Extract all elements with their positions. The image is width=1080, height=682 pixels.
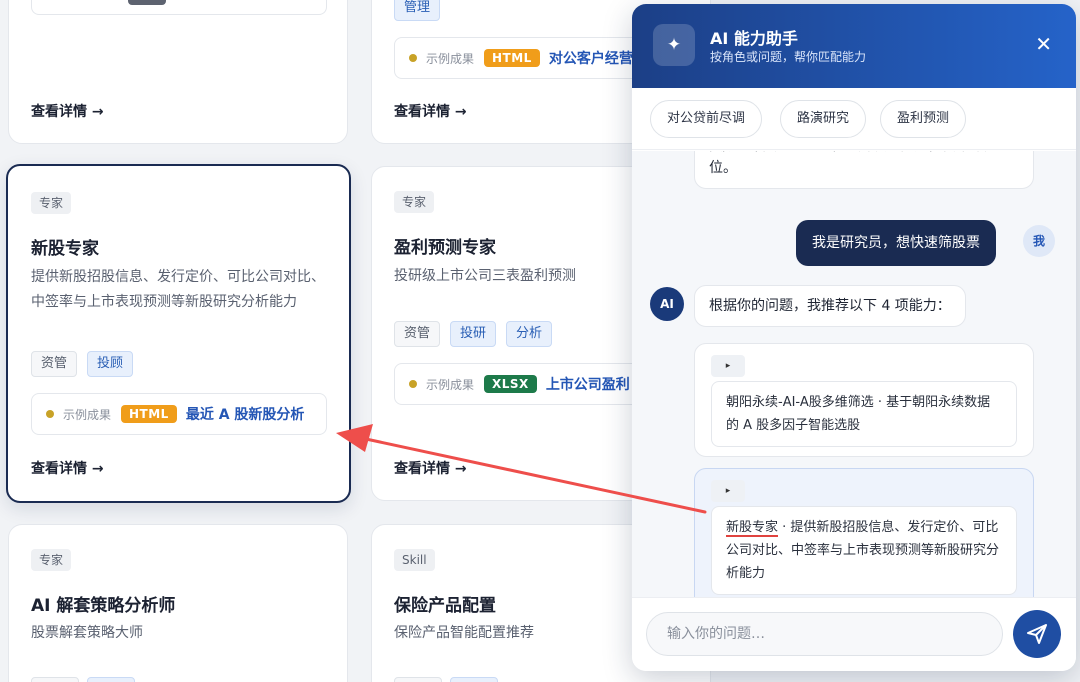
user-avatar: 我 <box>1023 225 1055 257</box>
tag-advisory: 投顾 <box>87 351 134 377</box>
tag-stub <box>394 677 442 682</box>
type-badge: 专家 <box>394 191 435 213</box>
example-label: 示例成果 <box>426 51 475 66</box>
capability-card-ipo-expert[interactable]: 专家 新股专家 提供新股招股信息、发行定价、可比公司对比、中签率与上市表现预测等… <box>6 164 351 503</box>
recommendation-name: 朝阳永续-AI-A股多维筛选 <box>726 395 874 410</box>
ai-assistant-panel: ✦ AI 能力助手 按角色或问题，帮你匹配能力 ✕ 对公贷前尽调 路演研究 盈利… <box>632 4 1076 671</box>
card-title: 保险产品配置 <box>394 596 496 616</box>
expand-toggle-icon[interactable]: ▸ <box>711 355 745 377</box>
close-icon[interactable]: ✕ <box>1035 34 1052 54</box>
example-dot <box>409 54 417 62</box>
capability-card-top-left: 查看详情 → <box>8 0 348 144</box>
example-result[interactable]: 示例成果 HTML 最近 A 股新股分析 <box>31 393 327 435</box>
assistant-header: ✦ AI 能力助手 按角色或问题，帮你匹配能力 ✕ <box>632 4 1076 88</box>
tag-stub <box>87 677 135 682</box>
type-badge: 专家 <box>31 549 72 571</box>
quick-prompt-chip[interactable]: 盈利预测 <box>880 100 967 138</box>
card-description: 股票解套策略大师 <box>31 625 143 641</box>
recommendation-name: 新股专家 <box>726 520 779 537</box>
recommendation-card-highlighted[interactable]: ▸ 新股专家 · 提供新股招股信息、发行定价、可比公司对比、中签率与上市表现预测… <box>694 468 1034 597</box>
user-message: 我是研究员，想快速筛股票 <box>796 220 996 266</box>
tag-research: 投研 <box>450 321 497 347</box>
example-link[interactable]: 上市公司盈利 <box>546 374 630 394</box>
quick-prompt-chip[interactable]: 对公贷前尽调 <box>650 100 763 138</box>
quick-prompt-chip[interactable]: 路演研究 <box>780 100 867 138</box>
ai-message: 资/风控/客户经理）和想解决的问题，我帮你定位。 <box>694 151 1034 189</box>
tag-stub <box>450 677 498 682</box>
quick-prompts: 对公贷前尽调 路演研究 盈利预测 <box>632 88 1076 150</box>
example-label: 示例成果 <box>426 377 475 392</box>
format-badge-xlsx: XLSX <box>484 375 537 393</box>
ai-avatar: AI <box>650 287 684 321</box>
expand-toggle-icon[interactable]: ▸ <box>711 480 745 502</box>
example-link[interactable]: 最近 A 股新股分析 <box>186 404 305 424</box>
example-label: 示例成果 <box>63 407 112 422</box>
format-badge-html: HTML <box>484 49 540 67</box>
card-description: 提供新股招股信息、发行定价、可比公司对比、中签率与上市表现预测等新股研究分析能力 <box>31 269 325 310</box>
recommendation-summary: 新股专家 · 提供新股招股信息、发行定价、可比公司对比、中签率与上市表现预测等新… <box>711 506 1017 595</box>
question-input[interactable]: 输入你的问题… <box>646 612 1003 656</box>
example-link[interactable]: 对公客户经营 <box>549 48 633 68</box>
capability-card-unlock-strategy[interactable]: 专家 AI 解套策略分析师 股票解套策略大师 <box>8 524 348 682</box>
format-badge-html: HTML <box>121 405 177 423</box>
assistant-subtitle: 按角色或问题，帮你匹配能力 <box>710 50 867 64</box>
recommendation-card[interactable]: ▸ 朝阳永续-AI-A股多维筛选 · 基于朝阳永续数据的 A 股多因子智能选股 <box>694 343 1034 457</box>
tag-stub <box>31 677 79 682</box>
send-icon <box>1027 624 1047 644</box>
recommendation-summary: 朝阳永续-AI-A股多维筛选 · 基于朝阳永续数据的 A 股多因子智能选股 <box>711 381 1017 447</box>
tag-asset-mgmt: 资管 <box>394 321 441 347</box>
sparkle-icon: ✦ <box>653 24 695 66</box>
tag-analysis: 分析 <box>506 321 553 347</box>
card-title: AI 解套策略分析师 <box>31 596 176 616</box>
assistant-title: AI 能力助手 <box>710 29 798 48</box>
ai-message: 根据你的问题，我推荐以下 4 项能力： <box>694 285 966 327</box>
type-badge: Skill <box>394 549 435 571</box>
tag-asset-mgmt: 资管 <box>31 351 78 377</box>
card-title: 新股专家 <box>31 239 99 259</box>
example-dot <box>46 410 54 418</box>
card-top-input-stub <box>31 0 327 15</box>
view-details-link[interactable]: 查看详情 → <box>394 101 467 121</box>
view-details-link[interactable]: 查看详情 → <box>394 458 467 478</box>
tag-manage: 管理 <box>394 0 441 21</box>
chat-messages[interactable]: 资/风控/客户经理）和想解决的问题，我帮你定位。 我是研究员，想快速筛股票 我 … <box>632 151 1076 597</box>
example-dot <box>409 380 417 388</box>
view-details-link[interactable]: 查看详情 → <box>31 101 104 121</box>
type-badge: 专家 <box>31 192 72 214</box>
view-details-link[interactable]: 查看详情 → <box>31 458 104 478</box>
send-button[interactable] <box>1013 610 1061 658</box>
chat-input-area: 输入你的问题… <box>632 597 1076 671</box>
card-title: 盈利预测专家 <box>394 238 496 258</box>
